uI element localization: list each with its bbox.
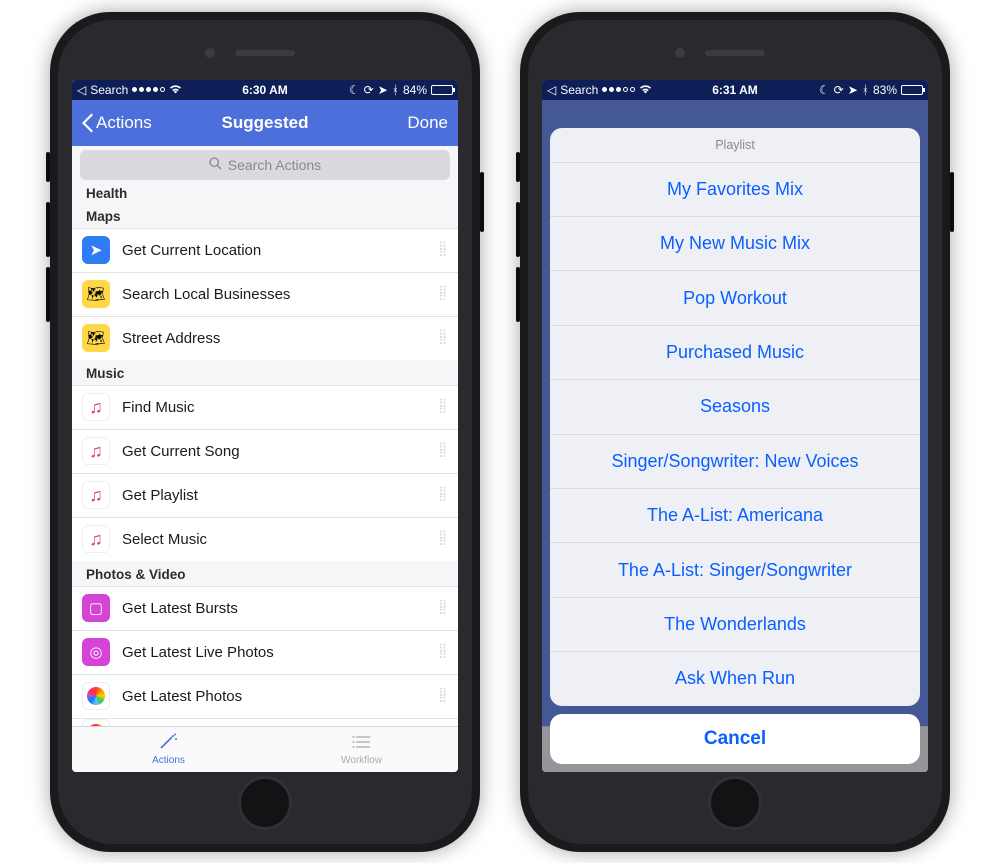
sheet-item-seasons[interactable]: Seasons (550, 380, 920, 434)
sheet-item-my-favorites-mix[interactable]: My Favorites Mix (550, 163, 920, 217)
chevron-left-icon (82, 113, 94, 133)
action-row-get-playlist[interactable]: ♫ Get Playlist ⠿⠿ (72, 473, 458, 517)
tab-actions[interactable]: Actions (72, 727, 265, 772)
music-note-icon: ♫ (82, 525, 110, 553)
action-label: Get Playlist (122, 487, 438, 504)
music-note-icon: ♫ (82, 393, 110, 421)
sheet-item-the-wonderlands[interactable]: The Wonderlands (550, 598, 920, 652)
screenshots-icon (82, 719, 110, 726)
action-row-search-local-businesses[interactable]: 🗺 Search Local Businesses ⠿⠿ (72, 272, 458, 316)
photos-icon (82, 682, 110, 710)
action-label: Get Current Song (122, 443, 438, 460)
section-header-maps: Maps (72, 205, 458, 228)
drag-handle-icon[interactable]: ⠿⠿ (438, 244, 454, 256)
action-sheet: Playlist My Favorites Mix My New Music M… (550, 128, 920, 706)
action-row-find-music[interactable]: ♫ Find Music ⠿⠿ (72, 385, 458, 429)
wand-icon (158, 733, 180, 754)
drag-handle-icon[interactable]: ⠿⠿ (438, 646, 454, 658)
device-left: ◁ Search 6:30 AM ☾ ⟳ ➤ ᚼ 84% (50, 12, 480, 852)
screen-left: ◁ Search 6:30 AM ☾ ⟳ ➤ ᚼ 84% (72, 80, 458, 772)
action-label: Get Current Location (122, 242, 438, 259)
drag-handle-icon[interactable]: ⠿⠿ (438, 332, 454, 344)
action-label: Get Latest Photos (122, 688, 438, 705)
action-row-street-address[interactable]: 🗺 Street Address ⠿⠿ (72, 316, 458, 360)
search-input[interactable]: Search Actions (80, 150, 450, 180)
actions-list[interactable]: Health Maps ➤ Get Current Location ⠿⠿ 🗺 … (72, 180, 458, 726)
action-row-get-latest-photos[interactable]: Get Latest Photos ⠿⠿ (72, 674, 458, 718)
action-label: Select Music (122, 531, 438, 548)
action-sheet-overlay[interactable]: Playlist My Favorites Mix My New Music M… (542, 100, 928, 772)
sheet-item-a-list-singer-songwriter[interactable]: The A-List: Singer/Songwriter (550, 543, 920, 597)
action-row-get-latest-bursts[interactable]: ▢ Get Latest Bursts ⠿⠿ (72, 586, 458, 630)
address-icon: 🗺 (82, 324, 110, 352)
sheet-item-purchased-music[interactable]: Purchased Music (550, 326, 920, 380)
section-header-health: Health (72, 180, 458, 205)
live-photos-icon: ◎ (82, 638, 110, 666)
tab-label: Workflow (341, 755, 382, 766)
action-row-select-music[interactable]: ♫ Select Music ⠿⠿ (72, 517, 458, 561)
search-placeholder: Search Actions (228, 157, 321, 173)
music-note-icon: ♫ (82, 481, 110, 509)
music-note-icon: ♫ (82, 437, 110, 465)
action-row-get-latest-live-photos[interactable]: ◎ Get Latest Live Photos ⠿⠿ (72, 630, 458, 674)
drag-handle-icon[interactable]: ⠿⠿ (438, 602, 454, 614)
battery-icon (901, 85, 923, 95)
status-time: 6:30 AM (72, 83, 458, 97)
status-bar: ◁ Search 6:30 AM ☾ ⟳ ➤ ᚼ 84% (72, 80, 458, 100)
drag-handle-icon[interactable]: ⠿⠿ (438, 690, 454, 702)
tab-bar: Actions Workflow (72, 726, 458, 772)
action-label: Find Music (122, 399, 438, 416)
section-header-photos-video: Photos & Video (72, 561, 458, 586)
search-bar-wrapper: Search Actions (72, 146, 458, 180)
drag-handle-icon[interactable]: ⠿⠿ (438, 533, 454, 545)
sheet-item-pop-workout[interactable]: Pop Workout (550, 271, 920, 325)
sheet-item-a-list-americana[interactable]: The A-List: Americana (550, 489, 920, 543)
list-icon (351, 733, 373, 754)
home-button[interactable] (708, 776, 762, 830)
status-time: 6:31 AM (542, 83, 928, 97)
action-label: Search Local Businesses (122, 286, 438, 303)
device-right: ◁ Search 6:31 AM ☾ ⟳ ➤ ᚼ 83% (520, 12, 950, 852)
action-label: Get Latest Bursts (122, 600, 438, 617)
drag-handle-icon[interactable]: ⠿⠿ (438, 401, 454, 413)
sheet-item-my-new-music-mix[interactable]: My New Music Mix (550, 217, 920, 271)
status-bar: ◁ Search 6:31 AM ☾ ⟳ ➤ ᚼ 83% (542, 80, 928, 100)
action-row-get-current-location[interactable]: ➤ Get Current Location ⠿⠿ (72, 228, 458, 272)
sheet-title: Playlist (550, 128, 920, 163)
nav-title: Suggested (204, 113, 326, 133)
action-row-get-current-song[interactable]: ♫ Get Current Song ⠿⠿ (72, 429, 458, 473)
local-business-icon: 🗺 (82, 280, 110, 308)
search-icon (209, 157, 222, 173)
sheet-item-ask-when-run[interactable]: Ask When Run (550, 652, 920, 705)
nav-back-button[interactable]: Actions (82, 113, 204, 133)
nav-bar: Actions Suggested Done (72, 100, 458, 146)
nav-done-button[interactable]: Done (326, 113, 448, 133)
section-header-music: Music (72, 360, 458, 385)
battery-icon (431, 85, 453, 95)
bursts-icon: ▢ (82, 594, 110, 622)
home-button[interactable] (238, 776, 292, 830)
nav-back-label: Actions (96, 113, 152, 133)
drag-handle-icon[interactable]: ⠿⠿ (438, 288, 454, 300)
screen-right: ◁ Search 6:31 AM ☾ ⟳ ➤ ᚼ 83% (542, 80, 928, 772)
drag-handle-icon[interactable]: ⠿⠿ (438, 445, 454, 457)
tab-workflow[interactable]: Workflow (265, 727, 458, 772)
drag-handle-icon[interactable]: ⠿⠿ (438, 489, 454, 501)
action-row-get-latest-screenshots[interactable]: Get Latest Screenshots (72, 718, 458, 726)
action-label: Get Latest Live Photos (122, 644, 438, 661)
cancel-button[interactable]: Cancel (550, 714, 920, 764)
sheet-item-singer-songwriter-new-voices[interactable]: Singer/Songwriter: New Voices (550, 435, 920, 489)
nav-done-label: Done (407, 113, 448, 133)
action-label: Street Address (122, 330, 438, 347)
location-icon: ➤ (82, 236, 110, 264)
tab-label: Actions (152, 755, 185, 766)
